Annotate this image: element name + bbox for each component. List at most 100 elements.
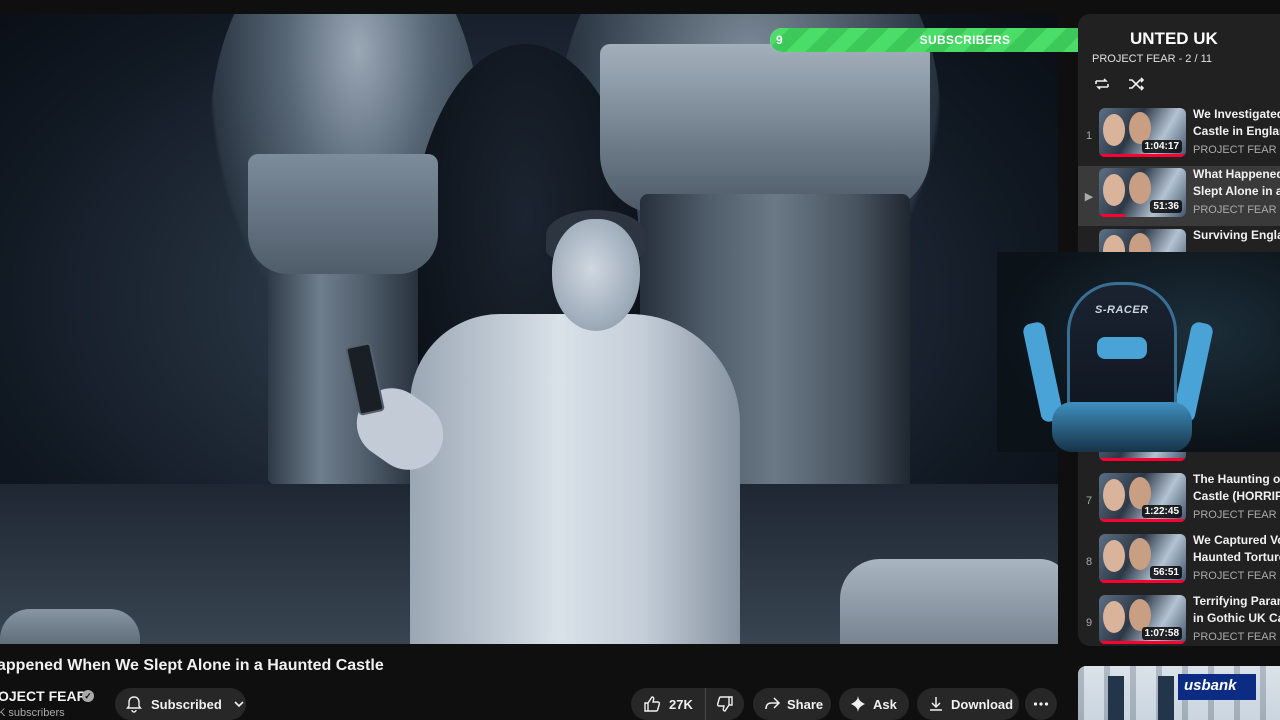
building-column [1108,676,1124,720]
playlist-channel-name: PROJECT FEAR [1193,509,1277,521]
playlist-video-title: Surviving Englar [1193,227,1280,244]
video-duration: 56:51 [1150,566,1182,579]
title-line: We Captured Vo [1193,533,1280,547]
video-duration: 51:36 [1150,200,1182,213]
playlist-item[interactable]: 7 1:22:45 The Haunting of Castle (HORRIFI PR… [1078,471,1280,531]
playlist-video-title: What Happened Slept Alone in a [1193,166,1280,200]
playlist-item-text: Surviving Englar [1193,227,1280,248]
watch-progress-bar [1099,458,1186,461]
watch-progress-bar [1099,641,1186,644]
title-line: Castle (HORRIFI [1193,489,1280,503]
shuffle-icon[interactable] [1126,74,1146,94]
ask-button[interactable]: Ask [839,688,909,720]
video-duration: 1:04:17 [1141,140,1182,153]
playlist-title[interactable]: UNTED UK [1130,29,1218,49]
playlist-video-title: Terrifying Paran in Gothic UK Cas [1193,593,1280,627]
stone-block [840,559,1058,644]
playlist-item-text: We Investigated Castle in Englan PROJECT F… [1193,106,1280,156]
video-thumbnail[interactable]: 1:04:17 [1099,108,1186,157]
watch-progress-bar [1099,580,1186,583]
playlist-channel-name: PROJECT FEAR [1193,144,1277,156]
verified-badge-icon: ✓ [82,690,94,702]
channel-name[interactable]: OJECT FEAR [0,688,87,704]
chair-brand-logo: S-RACER [1095,304,1149,316]
playlist-item-index: 1 [1085,130,1093,142]
rubble [0,609,140,644]
like-button[interactable]: 27K [631,688,706,720]
thumbnail-face [1103,114,1125,146]
playlist-item-text: Terrifying Paran in Gothic UK Cas PROJECT … [1193,593,1280,643]
playlist-item-index: 7 [1085,495,1093,507]
ask-label: Ask [873,696,897,712]
title-line: Surviving Englar [1193,228,1280,242]
playlist-subtitle[interactable]: PROJECT FEAR - 2 / 11 [1092,53,1212,65]
playlist-item[interactable]: 8 56:51 We Captured Vo Haunted Torture PROJE… [1078,532,1280,592]
building-column [1158,676,1174,720]
share-label: Share [787,696,824,712]
dislike-button[interactable] [706,688,744,720]
now-playing-icon: ▶ [1084,191,1094,203]
title-line: What Happened [1193,167,1280,181]
thumbnail-face [1103,479,1125,511]
playlist-item-index: 9 [1085,617,1093,629]
title-line: We Investigated [1193,107,1280,121]
subscribed-button[interactable]: Subscribed [115,688,246,720]
video-thumbnail[interactable]: 56:51 [1099,534,1186,583]
playlist-video-title: The Haunting of Castle (HORRIFI [1193,471,1280,505]
playlist-video-title: We Investigated Castle in Englan [1193,106,1280,140]
video-player[interactable] [0,14,1058,644]
playlist-video-title: We Captured Vo Haunted Torture [1193,532,1280,566]
more-actions-button[interactable] [1025,688,1057,720]
watch-progress-bar [1099,154,1186,157]
playlist-item-text: We Captured Vo Haunted Torture PROJECT FEA… [1193,532,1280,582]
download-button[interactable]: Download [917,688,1019,720]
thumbs-up-icon [643,695,661,713]
recommended-ad-thumbnail[interactable]: usbank [1078,666,1280,720]
video-duration: 1:22:45 [1141,505,1182,518]
playlist-channel-name: PROJECT FEAR [1193,570,1277,582]
chair-headrest [1097,337,1147,359]
video-title: appened When We Slept Alone in a Haunted… [0,657,384,674]
person-hoodie [410,314,740,644]
thumbs-down-icon [716,695,734,713]
playlist-item[interactable]: ▶ 51:36 What Happened Slept Alone in a PROJE… [1078,166,1280,226]
share-button[interactable]: Share [753,688,831,720]
bell-icon [125,695,143,713]
download-icon [927,695,945,713]
thumbnail-face [1129,538,1151,570]
playlist-item-text: What Happened Slept Alone in a PROJECT FEA… [1193,166,1280,216]
playlist-item[interactable]: 9 1:07:58 Terrifying Paran in Gothic UK Cas… [1078,593,1280,646]
share-arrow-icon [763,695,781,713]
chevron-down-icon [230,695,248,713]
subscriber-count: K subscribers [0,707,65,719]
thumbnail-face [1129,172,1151,204]
sparkle-icon [849,695,867,713]
chair-seat [1052,402,1192,452]
video-thumbnail[interactable]: 51:36 [1099,168,1186,217]
playlist-channel-name: PROJECT FEAR [1193,631,1277,643]
title-line: Terrifying Paran [1193,594,1280,608]
more-horizontal-icon [1032,695,1050,713]
video-thumbnail[interactable]: 1:07:58 [1099,595,1186,644]
watch-progress-bar [1099,214,1126,217]
title-line: Haunted Torture [1193,550,1280,564]
title-line: Castle in Englan [1193,124,1280,138]
loop-icon[interactable] [1092,74,1112,94]
download-label: Download [951,696,1014,712]
playlist-item[interactable]: 1 1:04:17 We Investigated Castle in Englan P… [1078,106,1280,166]
thumbnail-face [1103,601,1125,633]
video-duration: 1:07:58 [1141,627,1182,640]
pillar-capital [600,44,930,214]
like-count: 27K [669,696,693,712]
title-line: The Haunting of [1193,472,1280,486]
subscribed-label: Subscribed [151,696,222,712]
thumbnail-face [1103,540,1125,572]
playlist-item-index: 8 [1085,556,1093,568]
video-thumbnail[interactable]: 1:22:45 [1099,473,1186,522]
playlist-channel-name: PROJECT FEAR [1193,204,1277,216]
title-line: Slept Alone in a [1193,184,1280,198]
playlist-item-text: The Haunting of Castle (HORRIFI PROJECT FE… [1193,471,1280,521]
bank-logo: usbank [1178,674,1256,700]
thumbnail-face [1103,174,1125,206]
pillar-capital [248,154,438,274]
